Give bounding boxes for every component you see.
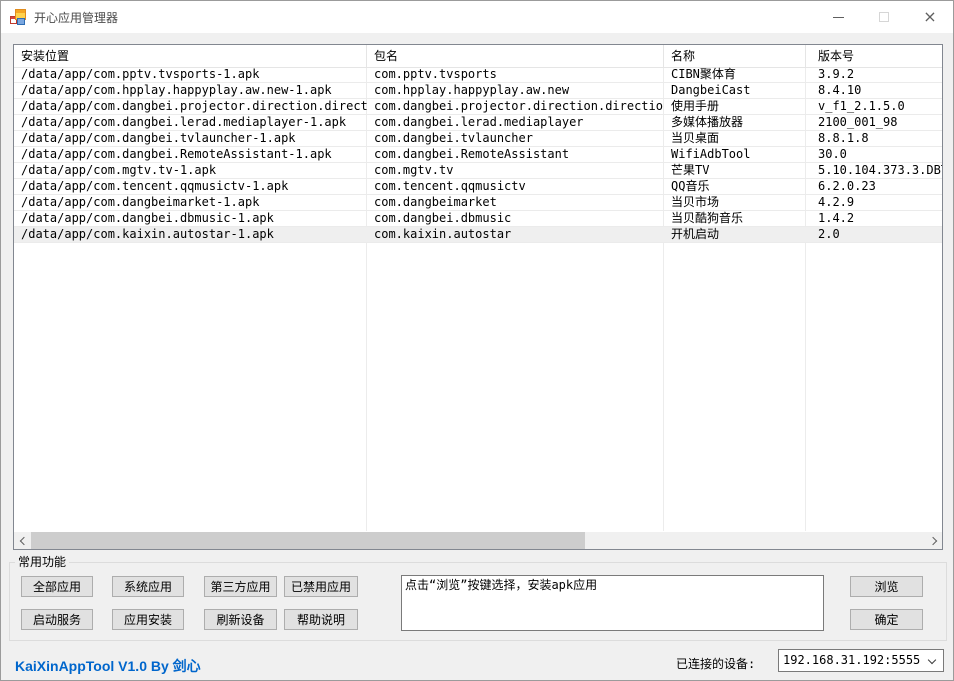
app-icon bbox=[10, 9, 26, 25]
cell-version: 6.2.0.23 bbox=[806, 179, 942, 194]
maximize-button[interactable] bbox=[861, 1, 907, 33]
table-row[interactable]: /data/app/com.tencent.qqmusictv-1.apk co… bbox=[14, 179, 942, 195]
cell-install-path: /data/app/com.dangbei.projector.directio… bbox=[14, 99, 367, 114]
column-header-install-path[interactable]: 安装位置 bbox=[14, 45, 367, 67]
help-button[interactable]: 帮助说明 bbox=[284, 609, 358, 630]
cell-version: 2.0 bbox=[806, 227, 942, 242]
cell-version: 1.4.2 bbox=[806, 211, 942, 226]
scrollbar-thumb[interactable] bbox=[31, 532, 585, 549]
column-header-name[interactable]: 名称 bbox=[664, 45, 806, 67]
device-combobox-value: 192.168.31.192:5555 bbox=[783, 653, 920, 667]
install-app-button[interactable]: 应用安装 bbox=[112, 609, 184, 630]
table-row[interactable]: /data/app/com.pptv.tvsports-1.apk com.pp… bbox=[14, 67, 942, 83]
cell-package: com.pptv.tvsports bbox=[367, 67, 664, 82]
cell-name: 芒果TV bbox=[664, 163, 806, 178]
cell-install-path: /data/app/com.hpplay.happyplay.aw.new-1.… bbox=[14, 83, 367, 98]
cell-package: com.mgtv.tv bbox=[367, 163, 664, 178]
window-title: 开心应用管理器 bbox=[34, 9, 118, 26]
apk-path-textbox[interactable]: 点击“浏览”按键选择，安装apk应用 bbox=[401, 575, 824, 631]
chevron-left-icon bbox=[19, 536, 27, 544]
common-functions-groupbox: 常用功能 全部应用 系统应用 第三方应用 已禁用应用 启动服务 应用安装 刷新设… bbox=[9, 562, 947, 641]
minimize-button[interactable] bbox=[815, 1, 861, 33]
cell-install-path: /data/app/com.kaixin.autostar-1.apk bbox=[14, 227, 367, 242]
cell-package: com.dangbei.projector.direction.directio… bbox=[367, 99, 664, 114]
cell-version: 5.10.104.373.3.DBTY_1 bbox=[806, 163, 942, 178]
table-row[interactable]: /data/app/com.dangbeimarket-1.apk com.da… bbox=[14, 195, 942, 211]
groupbox-label: 常用功能 bbox=[15, 555, 69, 569]
cell-install-path: /data/app/com.pptv.tvsports-1.apk bbox=[14, 67, 367, 82]
table-row[interactable]: /data/app/com.dangbei.tvlauncher-1.apk c… bbox=[14, 131, 942, 147]
table-row[interactable]: /data/app/com.dangbei.RemoteAssistant-1.… bbox=[14, 147, 942, 163]
cell-install-path: /data/app/com.dangbei.RemoteAssistant-1.… bbox=[14, 147, 367, 162]
scroll-left-button[interactable] bbox=[14, 532, 31, 549]
cell-name: 当贝桌面 bbox=[664, 131, 806, 146]
close-icon: × bbox=[923, 9, 936, 25]
device-combobox[interactable]: 192.168.31.192:5555 bbox=[778, 649, 944, 672]
cell-package: com.tencent.qqmusictv bbox=[367, 179, 664, 194]
table-row[interactable]: /data/app/com.hpplay.happyplay.aw.new-1.… bbox=[14, 83, 942, 99]
cell-package: com.hpplay.happyplay.aw.new bbox=[367, 83, 664, 98]
cell-name: QQ音乐 bbox=[664, 179, 806, 194]
cell-name: DangbeiCast bbox=[664, 83, 806, 98]
cell-install-path: /data/app/com.tencent.qqmusictv-1.apk bbox=[14, 179, 367, 194]
cell-name: 多媒体播放器 bbox=[664, 115, 806, 130]
system-apps-button[interactable]: 系统应用 bbox=[112, 576, 184, 597]
maximize-icon bbox=[879, 12, 889, 22]
cell-name: 当贝市场 bbox=[664, 195, 806, 210]
list-header: 安装位置 包名 名称 版本号 bbox=[14, 45, 942, 68]
app-list: 安装位置 包名 名称 版本号 /data/app/com.pptv.tvspor… bbox=[13, 44, 943, 550]
cell-name: 开机启动 bbox=[664, 227, 806, 242]
close-button[interactable]: × bbox=[907, 1, 953, 33]
cell-name: WifiAdbTool bbox=[664, 147, 806, 162]
cell-package: com.dangbei.dbmusic bbox=[367, 211, 664, 226]
ok-button[interactable]: 确定 bbox=[850, 609, 923, 630]
start-service-button[interactable]: 启动服务 bbox=[21, 609, 93, 630]
cell-install-path: /data/app/com.dangbei.tvlauncher-1.apk bbox=[14, 131, 367, 146]
all-apps-button[interactable]: 全部应用 bbox=[21, 576, 93, 597]
cell-version: 3.9.2 bbox=[806, 67, 942, 82]
cell-version: 2100_001_98 bbox=[806, 115, 942, 130]
app-window: 开心应用管理器 × 安装位置 包名 名称 版本号 /data/app/com.p… bbox=[0, 0, 954, 681]
table-row[interactable]: /data/app/com.dangbei.lerad.mediaplayer-… bbox=[14, 115, 942, 131]
cell-install-path: /data/app/com.mgtv.tv-1.apk bbox=[14, 163, 367, 178]
cell-package: com.dangbeimarket bbox=[367, 195, 664, 210]
chevron-down-icon bbox=[928, 656, 936, 664]
connected-device-label: 已连接的设备: bbox=[676, 655, 755, 672]
table-row[interactable]: /data/app/com.kaixin.autostar-1.apk com.… bbox=[14, 227, 942, 243]
cell-version: 30.0 bbox=[806, 147, 942, 162]
column-header-version[interactable]: 版本号 bbox=[806, 45, 942, 67]
cell-version: 8.8.1.8 bbox=[806, 131, 942, 146]
refresh-device-button[interactable]: 刷新设备 bbox=[204, 609, 277, 630]
cell-version: 8.4.10 bbox=[806, 83, 942, 98]
minimize-icon bbox=[833, 17, 844, 18]
cell-install-path: /data/app/com.dangbei.dbmusic-1.apk bbox=[14, 211, 367, 226]
horizontal-scrollbar[interactable] bbox=[14, 532, 942, 549]
third-party-apps-button[interactable]: 第三方应用 bbox=[204, 576, 277, 597]
cell-package: com.kaixin.autostar bbox=[367, 227, 664, 242]
scroll-right-button[interactable] bbox=[925, 532, 942, 549]
title-bar: 开心应用管理器 × bbox=[1, 1, 953, 33]
cell-install-path: /data/app/com.dangbei.lerad.mediaplayer-… bbox=[14, 115, 367, 130]
browse-button[interactable]: 浏览 bbox=[850, 576, 923, 597]
table-row[interactable]: /data/app/com.dangbei.projector.directio… bbox=[14, 99, 942, 115]
table-row[interactable]: /data/app/com.mgtv.tv-1.apk com.mgtv.tv … bbox=[14, 163, 942, 179]
column-header-package[interactable]: 包名 bbox=[367, 45, 664, 67]
cell-name: 当贝酷狗音乐 bbox=[664, 211, 806, 226]
cell-name: CIBN聚体育 bbox=[664, 67, 806, 82]
cell-package: com.dangbei.lerad.mediaplayer bbox=[367, 115, 664, 130]
cell-package: com.dangbei.tvlauncher bbox=[367, 131, 664, 146]
cell-version: 4.2.9 bbox=[806, 195, 942, 210]
app-credit: KaiXinAppTool V1.0 By 剑心 bbox=[15, 656, 201, 676]
chevron-right-icon bbox=[928, 536, 936, 544]
disabled-apps-button[interactable]: 已禁用应用 bbox=[284, 576, 358, 597]
cell-install-path: /data/app/com.dangbeimarket-1.apk bbox=[14, 195, 367, 210]
table-body: /data/app/com.pptv.tvsports-1.apk com.pp… bbox=[14, 67, 942, 243]
cell-package: com.dangbei.RemoteAssistant bbox=[367, 147, 664, 162]
table-row[interactable]: /data/app/com.dangbei.dbmusic-1.apk com.… bbox=[14, 211, 942, 227]
cell-name: 使用手册 bbox=[664, 99, 806, 114]
cell-version: v_f1_2.1.5.0 bbox=[806, 99, 942, 114]
